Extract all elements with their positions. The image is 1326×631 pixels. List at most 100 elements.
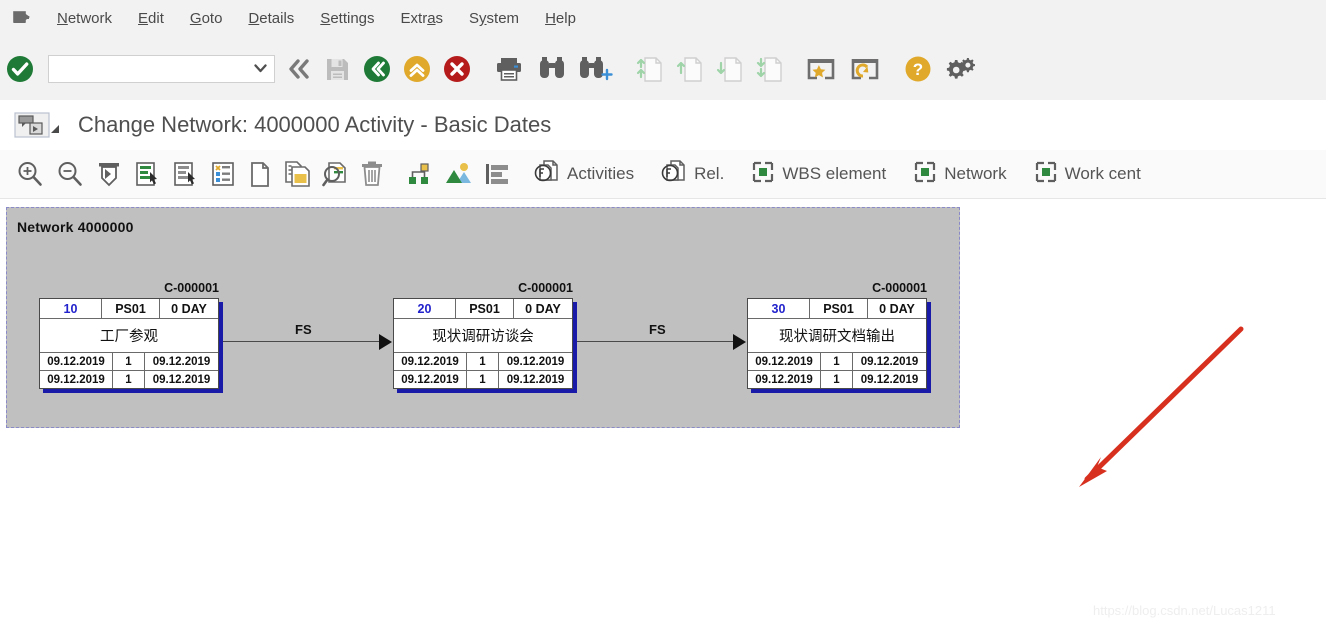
- menu-item-label: dit: [148, 10, 164, 27]
- command-field[interactable]: [48, 55, 275, 83]
- last-page-button[interactable]: [749, 49, 789, 89]
- application-toolbar: Activities Rel. WBS element Network Work…: [0, 150, 1326, 199]
- activity-node[interactable]: C-000001 10 PS01 0 DAY 工厂参观 09.12.2019 1…: [39, 281, 219, 389]
- sap-gui-window: Network Edit Goto Details Settings Extra…: [0, 0, 1326, 631]
- activity-node-box[interactable]: 10 PS01 0 DAY 工厂参观 09.12.2019 1 09.12.20…: [39, 298, 219, 389]
- outline-button[interactable]: [478, 154, 516, 194]
- early-start: 09.12.2019: [394, 353, 467, 370]
- late-start: 09.12.2019: [748, 371, 821, 388]
- late-finish: 09.12.2019: [860, 373, 919, 386]
- menu-item-goto[interactable]: Goto: [177, 0, 236, 38]
- select-grey-button[interactable]: [166, 154, 204, 194]
- early-duration: 1: [113, 353, 145, 370]
- work-center: PS01: [456, 299, 514, 318]
- wbs-element-button[interactable]: WBS element: [745, 154, 895, 194]
- menu-item-settings[interactable]: Settings: [307, 0, 387, 38]
- network-button[interactable]: Network: [907, 154, 1015, 194]
- menu-item-label: S: [469, 10, 480, 27]
- work-center: PS01: [102, 299, 160, 318]
- back-fast-button[interactable]: [281, 49, 317, 89]
- menu-item-label: elp: [555, 10, 576, 27]
- wbs-label: C-000001: [164, 281, 219, 295]
- previous-page-button[interactable]: [669, 49, 709, 89]
- select-green-button[interactable]: [128, 154, 166, 194]
- customize-button[interactable]: [939, 49, 983, 89]
- menu-item-system[interactable]: System: [456, 0, 532, 38]
- find-button[interactable]: [531, 49, 573, 89]
- early-start: 09.12.2019: [40, 353, 113, 370]
- activity-description: 现状调研访谈会: [394, 319, 572, 353]
- wbs-label: C-000001: [518, 281, 573, 295]
- graphic-button[interactable]: [440, 154, 478, 194]
- late-duration: 1: [113, 371, 145, 388]
- late-finish: 09.12.2019: [506, 373, 565, 386]
- find-next-button[interactable]: [573, 49, 619, 89]
- work-center-button[interactable]: Work cent: [1028, 154, 1150, 194]
- menu-item-help[interactable]: Help: [532, 0, 589, 38]
- menu-item-label: etwork: [67, 10, 113, 27]
- activity-node[interactable]: C-000001 20 PS01 0 DAY 现状调研访谈会 09.12.201…: [393, 281, 573, 389]
- enter-button[interactable]: [0, 49, 40, 89]
- green-square-window-icon: [913, 160, 937, 189]
- find-object-button[interactable]: [316, 154, 354, 194]
- command-input[interactable]: [49, 56, 274, 82]
- relationships-button[interactable]: Rel.: [655, 154, 733, 194]
- copy-object-button[interactable]: [278, 154, 316, 194]
- help-button[interactable]: ?: [897, 49, 939, 89]
- print-button[interactable]: [487, 49, 531, 89]
- early-dates-row: 09.12.2019 1 09.12.2019: [40, 353, 218, 371]
- menu-item-network[interactable]: Network: [44, 0, 125, 38]
- work-center-button-label: Work cent: [1064, 164, 1141, 183]
- menu-item-edit[interactable]: Edit: [125, 0, 177, 38]
- zoom-in-button[interactable]: [10, 154, 50, 194]
- activity-description: 工厂参观: [40, 319, 218, 353]
- cancel-button[interactable]: [437, 49, 477, 89]
- overview-pages-icon: [661, 159, 687, 190]
- watermark: https://blog.csdn.net/Lucas1211: [1093, 603, 1276, 618]
- menu-item-extras[interactable]: Extras: [388, 0, 457, 38]
- delete-object-button[interactable]: [354, 154, 390, 194]
- next-page-button[interactable]: [709, 49, 749, 89]
- red-arrow-annotation: [1055, 315, 1265, 505]
- system-menu-icon[interactable]: [10, 6, 36, 32]
- menu-item-details[interactable]: Details: [235, 0, 307, 38]
- network-structure-button[interactable]: [402, 154, 440, 194]
- network-graphic-panel[interactable]: Network 4000000 C-000001 10 PS01 0 DAY 工…: [6, 207, 960, 428]
- early-finish: 09.12.2019: [152, 355, 211, 368]
- late-dates-row: 09.12.2019 1 09.12.2019: [748, 371, 926, 388]
- first-page-button[interactable]: [629, 49, 669, 89]
- new-object-button[interactable]: [242, 154, 278, 194]
- standard-toolbar: ?: [0, 38, 1326, 101]
- menu-item-label: Extr: [400, 10, 428, 27]
- window-variant-icon[interactable]: [14, 112, 60, 138]
- activity-node-box[interactable]: 30 PS01 0 DAY 现状调研文档输出 09.12.2019 1 09.1…: [747, 298, 927, 389]
- activity-node[interactable]: C-000001 30 PS01 0 DAY 现状调研文档输出 09.12.20…: [747, 281, 927, 389]
- duration: 0 DAY: [171, 301, 207, 316]
- menu-bar: Network Edit Goto Details Settings Extra…: [0, 0, 1326, 39]
- relationship-link[interactable]: FS: [223, 322, 393, 352]
- back-button[interactable]: [357, 49, 397, 89]
- late-start: 09.12.2019: [40, 371, 113, 388]
- late-duration: 1: [821, 371, 853, 388]
- work-center: PS01: [810, 299, 868, 318]
- relationship-link[interactable]: FS: [577, 322, 747, 352]
- node-header-row: 10 PS01 0 DAY: [40, 299, 218, 319]
- node-header-row: 20 PS01 0 DAY: [394, 299, 572, 319]
- fit-to-page-button[interactable]: [90, 154, 128, 194]
- activities-button-label: Activities: [567, 164, 635, 183]
- early-duration: 1: [821, 353, 853, 370]
- create-shortcut-button[interactable]: [799, 49, 843, 89]
- activity-number: 30: [748, 299, 810, 318]
- exit-button[interactable]: [397, 49, 437, 89]
- zoom-out-button[interactable]: [50, 154, 90, 194]
- relationship-type-label: FS: [649, 322, 666, 337]
- title-bar: Change Network: 4000000 Activity - Basic…: [0, 100, 1326, 150]
- late-dates-row: 09.12.2019 1 09.12.2019: [394, 371, 572, 388]
- activity-node-box[interactable]: 20 PS01 0 DAY 现状调研访谈会 09.12.2019 1 09.12…: [393, 298, 573, 389]
- save-button[interactable]: [317, 49, 357, 89]
- field-selection-button[interactable]: [204, 154, 242, 194]
- activities-button[interactable]: Activities: [528, 154, 643, 194]
- node-header-row: 30 PS01 0 DAY: [748, 299, 926, 319]
- create-session-button[interactable]: [843, 49, 887, 89]
- relationship-type-label: FS: [295, 322, 312, 337]
